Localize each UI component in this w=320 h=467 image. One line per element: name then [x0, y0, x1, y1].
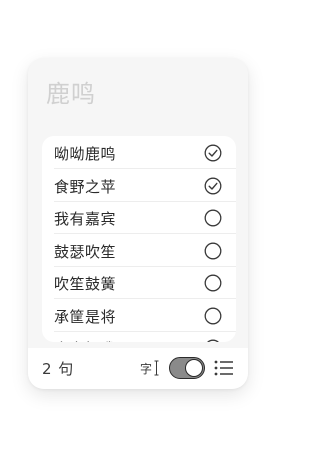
empty-circle-icon[interactable] [204, 339, 222, 342]
sentence-text: 吹笙鼓簧 [54, 275, 117, 293]
sentence-text: 人之好我 [54, 338, 116, 342]
list-item[interactable]: 食野之苹 [42, 171, 236, 202]
font-size-icon[interactable]: 字 [140, 358, 160, 378]
text-cursor-icon [154, 360, 159, 376]
char-glyph: 字 [140, 362, 153, 376]
sentence-text: 食野之苹 [54, 177, 117, 196]
display-toggle[interactable] [169, 357, 205, 379]
row-divider [54, 168, 236, 169]
sentence-list: 呦呦鹿鸣食野之苹我有嘉宾鼓瑟吹笙吹笙鼓簧承筐是将人之好我 [42, 136, 236, 342]
list-item[interactable]: 呦呦鹿鸣 [42, 138, 236, 169]
checked-circle-icon[interactable] [204, 177, 222, 195]
empty-circle-icon[interactable] [204, 307, 222, 325]
selected-count: 2 句 [42, 360, 75, 378]
row-divider [54, 330, 236, 332]
row-divider [54, 233, 236, 234]
sentence-text: 鼓瑟吹笙 [54, 242, 117, 261]
sentence-text: 呦呦鹿鸣 [54, 145, 117, 163]
row-divider [54, 265, 236, 267]
empty-circle-icon[interactable] [204, 274, 222, 292]
sentence-text: 我有嘉宾 [54, 210, 117, 228]
poem-panel: 鹿鸣 呦呦鹿鸣食野之苹我有嘉宾鼓瑟吹笙吹笙鼓簧承筐是将人之好我 2 句 字 [28, 58, 248, 389]
list-icon[interactable] [214, 359, 234, 377]
empty-circle-icon[interactable] [204, 242, 222, 260]
list-item[interactable]: 吹笙鼓簧 [42, 268, 236, 299]
row-divider [54, 200, 236, 202]
row-divider [54, 298, 236, 299]
poem-title: 鹿鸣 [46, 80, 96, 108]
checked-circle-icon[interactable] [204, 144, 222, 162]
list-item[interactable]: 鼓瑟吹笙 [42, 236, 236, 267]
list-item[interactable]: 人之好我 [42, 333, 236, 342]
bottom-toolbar: 2 句 字 [28, 348, 248, 389]
list-item[interactable]: 我有嘉宾 [42, 203, 236, 234]
empty-circle-icon[interactable] [204, 209, 222, 227]
list-item[interactable]: 承筐是将 [42, 301, 236, 332]
sentence-text: 承筐是将 [54, 307, 117, 326]
toggle-knob [185, 359, 203, 377]
